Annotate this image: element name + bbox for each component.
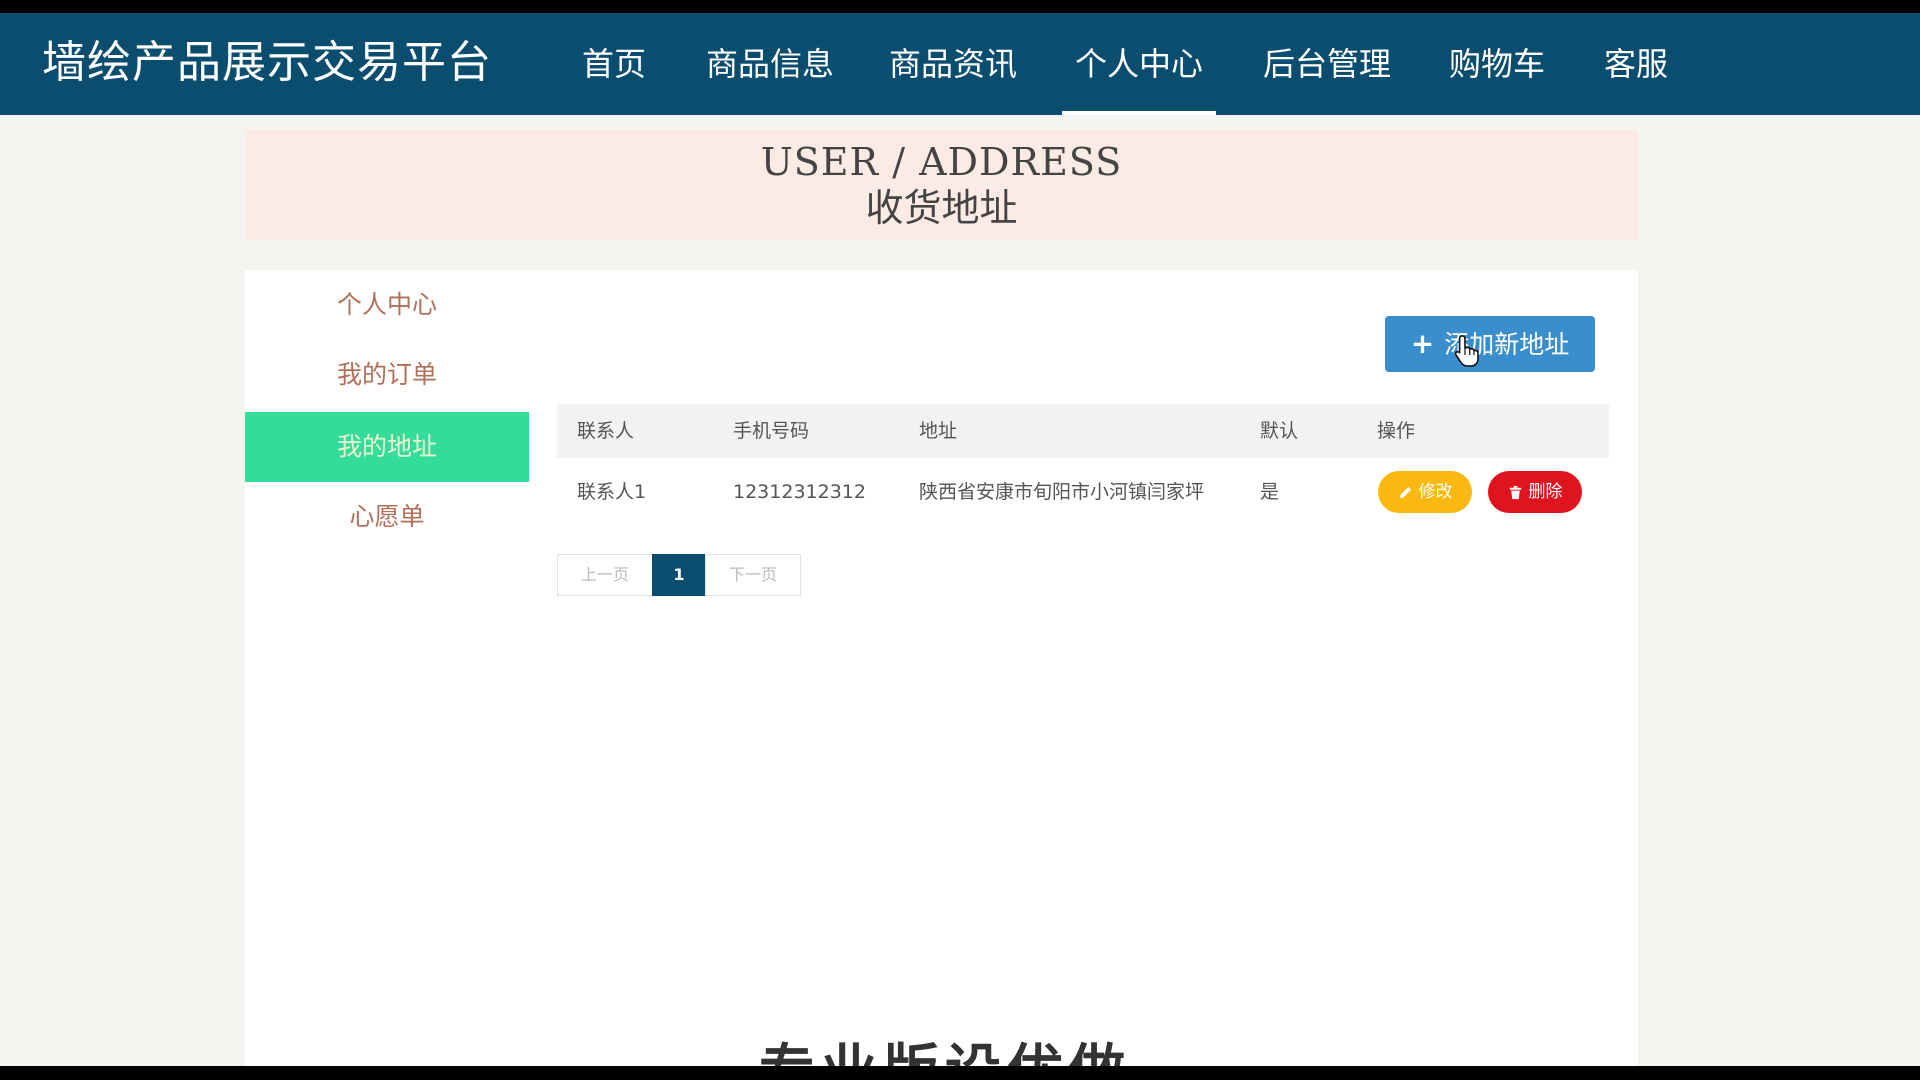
column-header-address: 地址 [919,420,958,442]
sidebar-item-addresses[interactable]: 我的地址 [245,412,529,482]
prev-page-button[interactable]: 上一页 [557,554,653,596]
footer-slogan: 专业版设优做 [745,1026,1145,1066]
nav-service[interactable]: 客服 [1603,13,1669,115]
trash-icon [1509,485,1521,499]
nav-user-center[interactable]: 个人中心 [1062,13,1216,115]
table-row: 联系人1 12312312312 陕西省安康市旬阳市小河镇闫家坪 是 修改 删除 [557,458,1609,526]
delete-address-button[interactable]: 删除 [1488,471,1582,513]
window-bottom-edge [0,1066,1920,1080]
page-1-button[interactable]: 1 [652,554,706,596]
navbar: 墙绘产品展示交易平台 首页 商品信息 商品资讯 个人中心 后台管理 购物车 客服 [0,13,1920,115]
delete-label: 删除 [1528,482,1563,502]
nav-news[interactable]: 商品资讯 [886,13,1020,115]
cell-phone: 12312312312 [733,481,866,503]
edit-label: 修改 [1418,482,1453,502]
cell-default: 是 [1260,481,1280,503]
banner-title-cn: 收货地址 [865,186,1018,230]
cell-contact: 联系人1 [577,481,647,503]
address-table: 联系人 手机号码 地址 默认 操作 联系人1 12312312312 陕西省安康… [557,404,1609,526]
column-header-default: 默认 [1260,420,1299,442]
site-title[interactable]: 墙绘产品展示交易平台 [42,35,492,91]
edit-address-button[interactable]: 修改 [1378,471,1472,513]
cell-address: 陕西省安康市旬阳市小河镇闫家坪 [919,481,1205,503]
banner-title-en: USER / ADDRESS [760,140,1123,184]
hand-cursor-icon [1454,335,1479,367]
nav-cart[interactable]: 购物车 [1447,13,1547,115]
add-address-button[interactable]: + 添加新地址 [1385,316,1595,372]
page-banner: USER / ADDRESS 收货地址 [245,130,1638,240]
next-page-button[interactable]: 下一页 [705,554,801,596]
window-top-edge [0,0,1920,13]
column-header-actions: 操作 [1377,420,1416,442]
content-panel: 个人中心 我的订单 我的地址 心愿单 + 添加新地址 联系人 手机号码 地址 默认… [245,270,1638,1066]
column-header-phone: 手机号码 [733,420,810,442]
table-header: 联系人 手机号码 地址 默认 操作 [557,404,1609,458]
sidebar-item-user-center[interactable]: 个人中心 [245,270,529,340]
nav-home[interactable]: 首页 [575,13,653,115]
nav-admin[interactable]: 后台管理 [1260,13,1394,115]
nav-products[interactable]: 商品信息 [703,13,837,115]
sidebar-item-orders[interactable]: 我的订单 [245,340,529,410]
sidebar-item-wishlist[interactable]: 心愿单 [245,482,529,552]
plus-icon: + [1410,327,1435,360]
column-header-contact: 联系人 [577,420,635,442]
pencil-icon [1399,486,1411,498]
